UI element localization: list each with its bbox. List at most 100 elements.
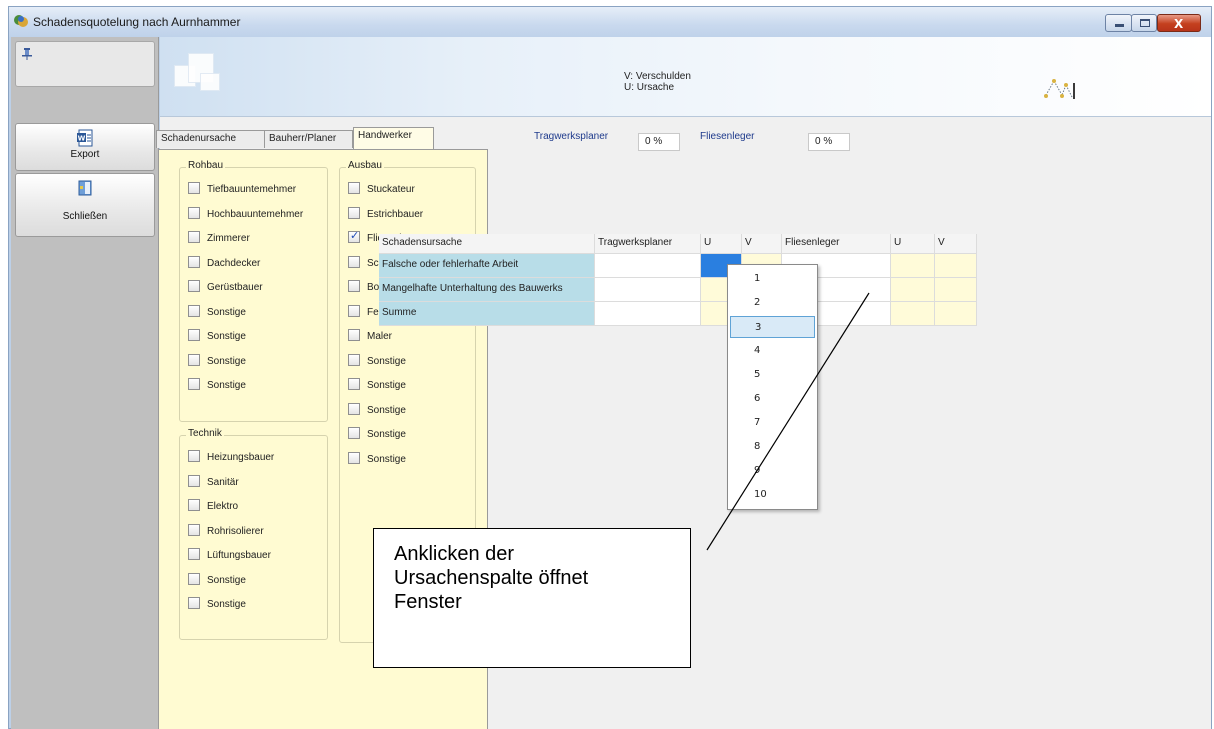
dropdown-option[interactable]: 10 [730, 484, 815, 506]
checkbox[interactable] [348, 229, 360, 244]
checkbox[interactable] [188, 572, 200, 585]
checkbox-row-ausbau[interactable]: Sonstige [348, 427, 406, 444]
checkbox[interactable] [188, 255, 200, 268]
checkbox-row-ausbau[interactable]: Stuckateur [348, 182, 415, 199]
header-banner: V: Verschulden U: Ursache [160, 37, 1211, 117]
checkbox-row-rohbau[interactable]: Sonstige [188, 353, 246, 371]
dropdown-option[interactable]: 4 [730, 340, 815, 362]
checkbox[interactable] [188, 523, 200, 536]
checkbox-row-technik[interactable]: Elektro [188, 499, 238, 516]
checkbox[interactable] [188, 329, 200, 342]
checkbox-row-rohbau[interactable]: Zimmerer [188, 231, 250, 248]
checkbox-row-ausbau[interactable]: Sonstige [348, 353, 406, 371]
checkbox-label: Stuckateur [367, 184, 415, 195]
checkbox-row-ausbau[interactable]: Maler [348, 329, 392, 346]
grid-row-label: Falsche oder fehlerhafte Arbeit [379, 254, 595, 278]
checkbox-label: Sonstige [367, 380, 406, 391]
maximize-button[interactable] [1131, 14, 1157, 32]
dropdown-option[interactable]: 6 [730, 388, 815, 410]
close-button[interactable]: X [1157, 14, 1201, 32]
dropdown-option[interactable]: 3 [730, 316, 815, 338]
checkbox-row-technik[interactable]: Sonstige [188, 597, 246, 614]
checkbox[interactable] [188, 231, 200, 244]
dropdown-option[interactable]: 9 [730, 460, 815, 482]
dropdown-option[interactable]: 2 [730, 292, 815, 314]
checkbox[interactable] [348, 182, 360, 195]
grid-cell[interactable] [891, 254, 935, 278]
dropdown-option[interactable]: 1 [730, 268, 815, 290]
checkbox[interactable] [188, 206, 200, 219]
checkbox[interactable] [188, 280, 200, 293]
ursache-dropdown-list[interactable]: 1 2 3 4 5 6 7 8 9 10 [727, 264, 818, 510]
annotation-line-3: Fenster [394, 591, 462, 613]
checkbox-label: Sonstige [207, 331, 246, 342]
minimize-button[interactable] [1105, 14, 1132, 32]
checkbox[interactable] [188, 353, 200, 366]
tab-bauherr-planer[interactable]: Bauherr/Planer [264, 130, 353, 148]
checkbox[interactable] [188, 499, 200, 512]
grid-cell[interactable] [935, 278, 977, 302]
grid-cell[interactable] [595, 254, 701, 278]
checkbox-row-rohbau[interactable]: Tiefbauuntemehmer [188, 182, 296, 199]
checkbox-label: Sonstige [207, 574, 246, 586]
checkbox[interactable] [188, 450, 200, 463]
fliesenleger-percent-field[interactable]: 0 % [808, 133, 850, 151]
checkbox-row-ausbau[interactable]: Sonstige [348, 378, 406, 395]
checkbox-row-ausbau[interactable]: Sonstige [348, 402, 406, 420]
checkbox-row-technik[interactable]: Sonstige [188, 572, 246, 590]
annotation-callout: Anklicken der Ursachenspalte öffnet Fens… [373, 528, 691, 668]
checkbox[interactable] [348, 329, 360, 342]
checkbox[interactable] [188, 182, 200, 195]
checkbox[interactable] [188, 474, 200, 487]
checkbox-row-rohbau[interactable]: Sonstige [188, 329, 246, 346]
grid-cell[interactable] [595, 302, 701, 326]
grid-cell[interactable] [935, 254, 977, 278]
pin-icon[interactable] [22, 48, 32, 63]
export-label: Export [70, 149, 100, 160]
checkbox-row-rohbau[interactable]: Sonstige [188, 304, 246, 322]
checkbox-row-technik[interactable]: Rohrisolierer [188, 523, 264, 541]
checkbox[interactable] [348, 206, 360, 219]
checkbox-row-ausbau[interactable]: Estrichbauer [348, 206, 423, 224]
checkbox-row-ausbau[interactable]: Sonstige [348, 451, 406, 469]
checkbox[interactable] [348, 427, 360, 440]
grid-cell[interactable] [595, 278, 701, 302]
checkbox-row-technik[interactable]: Sanitär [188, 474, 239, 492]
checkbox-label: Sonstige [367, 355, 406, 367]
grid-cell[interactable] [935, 302, 977, 326]
grid-cell[interactable] [891, 278, 935, 302]
checkbox[interactable] [188, 304, 200, 317]
checkbox-label: Sonstige [207, 306, 246, 318]
checkbox[interactable] [348, 280, 360, 293]
checkbox[interactable] [348, 402, 360, 415]
dropdown-option[interactable]: 5 [730, 364, 815, 386]
checkbox-row-rohbau[interactable]: Sonstige [188, 378, 246, 395]
dropdown-option[interactable]: 7 [730, 412, 815, 434]
grid-header: Tragwerksplaner [595, 234, 701, 254]
checkbox[interactable] [348, 255, 360, 268]
pin-panel[interactable] [15, 41, 155, 87]
checkbox[interactable] [188, 597, 200, 610]
checkbox-row-rohbau[interactable]: Dachdecker [188, 255, 260, 273]
export-button[interactable]: W Export [15, 123, 155, 171]
word-document-icon: W [77, 129, 93, 147]
svg-text:W: W [78, 135, 86, 143]
checkbox[interactable] [188, 548, 200, 561]
checkbox[interactable] [188, 378, 200, 391]
checkbox-row-technik[interactable]: Lüftungsbauer [188, 548, 271, 565]
checkbox[interactable] [348, 451, 360, 464]
checkbox[interactable] [348, 378, 360, 391]
grid-cell[interactable] [891, 302, 935, 326]
checkbox[interactable] [348, 353, 360, 366]
close-app-button[interactable]: Schließen [15, 173, 155, 237]
checkbox-row-rohbau[interactable]: Gerüstbauer [188, 280, 263, 297]
tab-schadenursache[interactable]: Schadenursache [156, 130, 265, 148]
tab-handwerker[interactable]: Handwerker [353, 127, 434, 149]
checkbox-row-technik[interactable]: Heizungsbauer [188, 450, 274, 467]
checkbox-row-rohbau[interactable]: Hochbauuntemehmer [188, 206, 303, 224]
tragwerksplaner-percent-field[interactable]: 0 % [638, 133, 680, 151]
checkbox[interactable] [348, 304, 360, 317]
dropdown-option[interactable]: 8 [730, 436, 815, 458]
grid-header: Fliesenleger [782, 234, 891, 254]
title-bar[interactable]: Schadensquotelung nach Aurnhammer X [9, 7, 1211, 37]
